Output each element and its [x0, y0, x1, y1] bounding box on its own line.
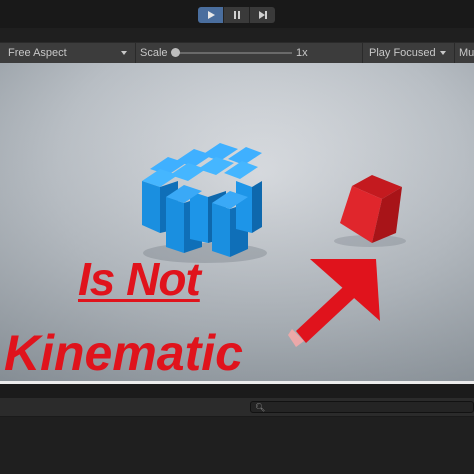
play-mode-dropdown[interactable]: Play Focused	[362, 43, 452, 63]
unity-editor: Free Aspect Scale 1x Play Focused Mu Is …	[0, 0, 474, 474]
scale-value: 1x	[296, 47, 308, 59]
play-mode-label: Play Focused	[369, 47, 436, 59]
game-view-control-bar: Free Aspect Scale 1x Play Focused Mu	[0, 42, 474, 64]
chevron-down-icon	[121, 51, 127, 55]
scale-slider-track[interactable]	[176, 52, 292, 54]
mute-audio-toggle[interactable]: Mu	[454, 43, 474, 63]
game-viewport[interactable]: Is Not Kinematic	[0, 63, 474, 381]
thumbnail-title-line-2: Kinematic	[4, 325, 243, 381]
console-panel	[0, 417, 474, 474]
panel-tab-bar	[0, 384, 474, 398]
play-button[interactable]	[198, 7, 224, 23]
console-search-input[interactable]: 🔍︎	[250, 401, 474, 413]
play-toolbar	[0, 0, 474, 28]
scale-label: Scale	[140, 47, 168, 59]
step-icon	[258, 11, 267, 19]
step-button[interactable]	[250, 7, 275, 23]
play-controls	[198, 7, 275, 23]
play-icon	[207, 11, 215, 19]
aspect-dropdown[interactable]: Free Aspect	[0, 43, 136, 63]
aspect-label: Free Aspect	[8, 47, 67, 59]
thumbnail-title-line-1: Is Not	[78, 253, 201, 305]
search-icon: 🔍︎	[255, 403, 266, 412]
scale-slider-thumb[interactable]	[171, 48, 180, 57]
pause-icon	[233, 11, 240, 19]
chevron-down-icon	[440, 51, 446, 55]
pause-button[interactable]	[224, 7, 250, 23]
